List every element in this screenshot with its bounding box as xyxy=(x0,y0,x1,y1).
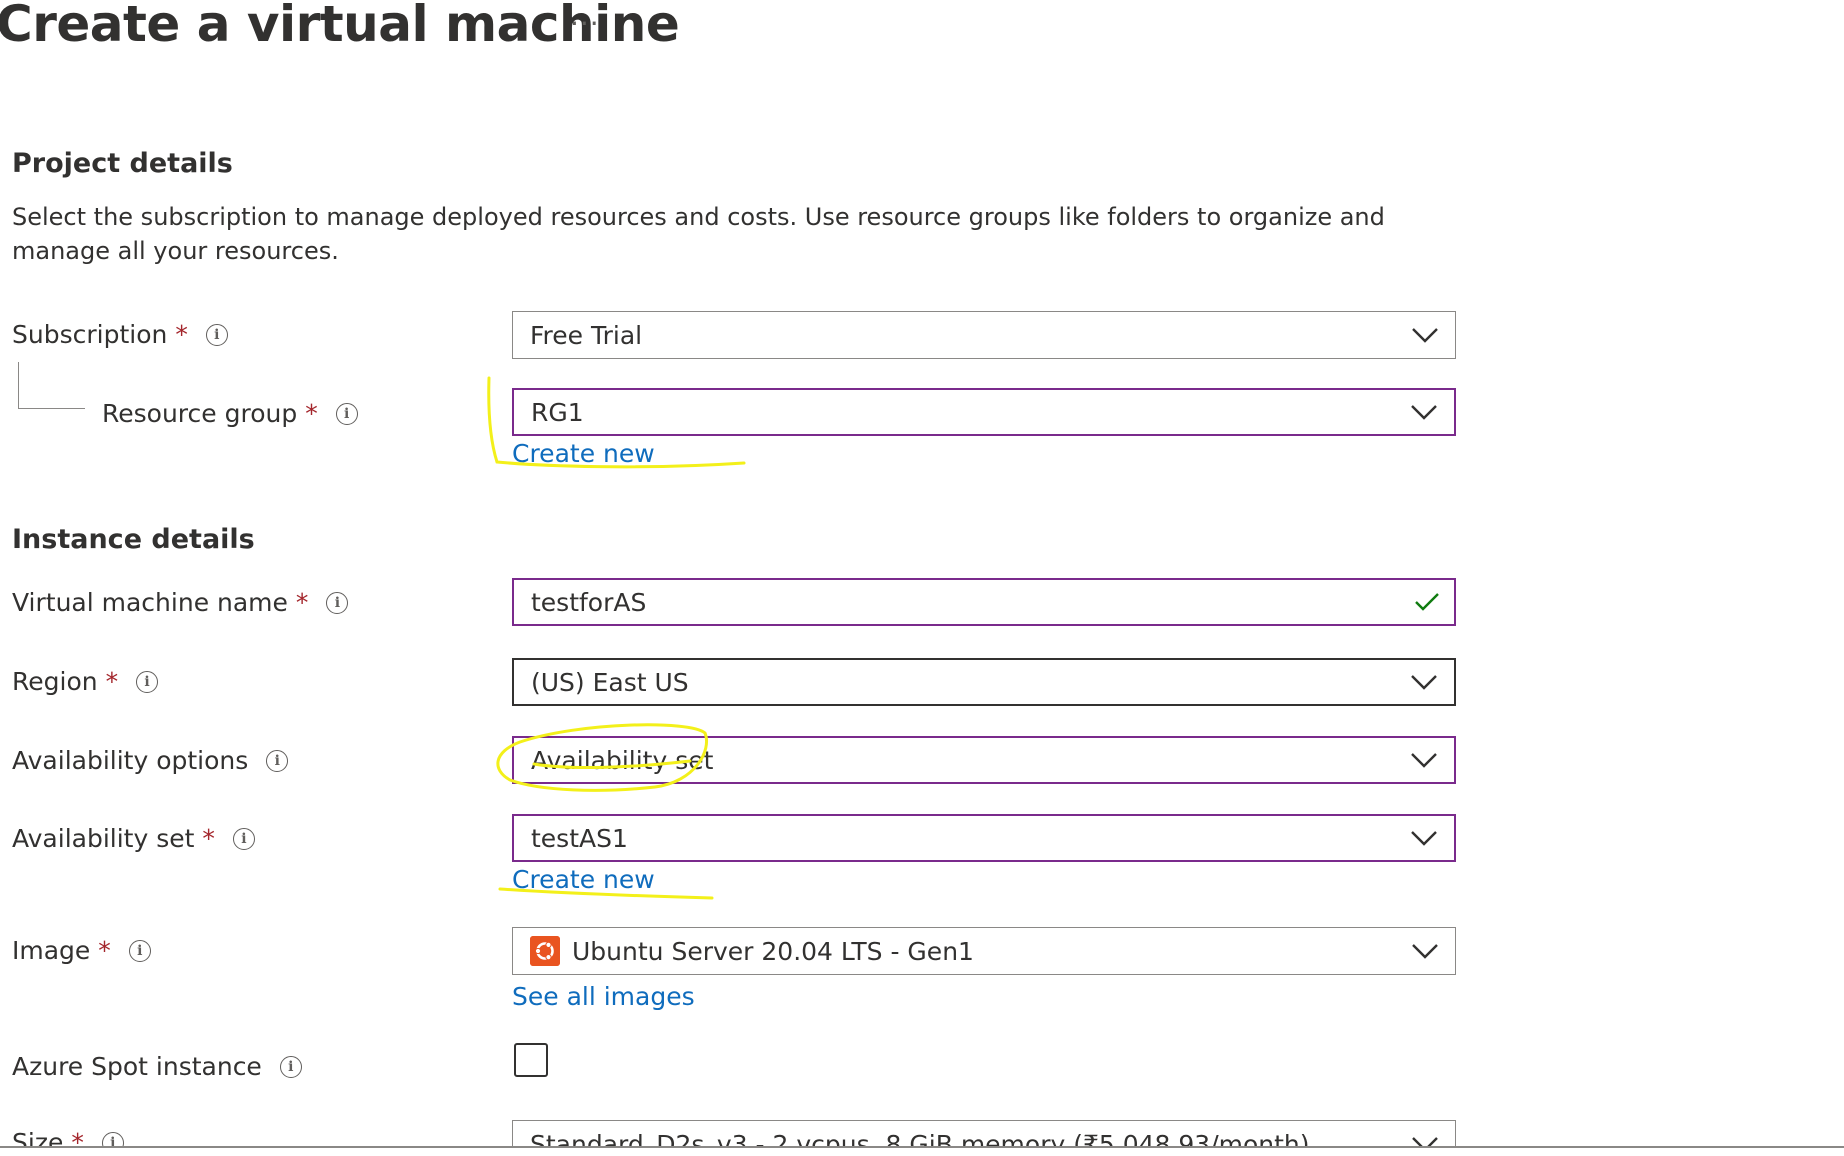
bottom-divider xyxy=(0,1146,1844,1148)
info-icon[interactable]: i xyxy=(232,828,255,850)
chevron-down-icon xyxy=(1411,675,1437,690)
project-details-description: Select the subscription to manage deploy… xyxy=(12,203,1385,265)
tree-connector xyxy=(18,362,85,409)
chevron-down-icon xyxy=(1412,1137,1438,1146)
info-icon[interactable]: i xyxy=(266,750,289,772)
subscription-label: Subscription * i xyxy=(12,318,228,352)
required-mark: * xyxy=(98,936,111,965)
more-options-button[interactable]: ··· xyxy=(570,4,600,44)
availability-set-label-text: Availability set xyxy=(12,824,195,853)
required-mark: * xyxy=(295,588,309,617)
vm-name-label: Virtual machine name * i xyxy=(12,586,349,620)
info-icon[interactable]: i xyxy=(335,403,358,425)
size-label: Size * i xyxy=(12,1126,412,1146)
see-all-images-link[interactable]: See all images xyxy=(512,981,695,1013)
azure-spot-label: Azure Spot instance i xyxy=(12,1050,302,1084)
region-dropdown[interactable]: (US) East US xyxy=(512,658,1456,706)
size-value: Standard_D2s_v3 - 2 vcpus, 8 GiB memory … xyxy=(530,1129,1310,1147)
subscription-dropdown[interactable]: Free Trial xyxy=(512,311,1456,359)
chevron-down-icon xyxy=(1412,328,1438,343)
resource-group-label: Resource group * i xyxy=(102,397,358,431)
region-label-text: Region xyxy=(12,667,98,696)
size-label-row: Size * i xyxy=(12,1114,412,1146)
required-mark: * xyxy=(305,399,318,428)
resource-group-value: RG1 xyxy=(531,397,584,427)
region-value: (US) East US xyxy=(531,667,689,697)
info-icon[interactable]: i xyxy=(326,592,349,614)
availability-set-value: testAS1 xyxy=(531,823,628,853)
required-mark: * xyxy=(71,1128,84,1146)
vm-name-value: testforAS xyxy=(531,587,647,617)
chevron-down-icon xyxy=(1411,831,1437,846)
size-label-text: Size xyxy=(12,1128,64,1146)
subscription-value: Free Trial xyxy=(530,320,643,350)
availability-set-dropdown[interactable]: testAS1 xyxy=(512,814,1456,862)
chevron-down-icon xyxy=(1412,944,1438,959)
availability-options-dropdown[interactable]: Availability set xyxy=(512,736,1456,784)
image-value: Ubuntu Server 20.04 LTS - Gen1 xyxy=(572,936,974,966)
size-dropdown[interactable]: Standard_D2s_v3 - 2 vcpus, 8 GiB memory … xyxy=(512,1120,1456,1146)
required-mark: * xyxy=(202,824,215,853)
image-dropdown[interactable]: Ubuntu Server 20.04 LTS - Gen1 xyxy=(512,927,1456,975)
info-icon[interactable]: i xyxy=(136,671,159,693)
info-icon[interactable]: i xyxy=(128,940,151,962)
subscription-label-text: Subscription xyxy=(12,320,168,349)
vm-name-input[interactable]: testforAS xyxy=(512,578,1456,626)
region-label: Region * i xyxy=(12,665,159,699)
vm-name-label-text: Virtual machine name xyxy=(12,588,288,617)
chevron-down-icon xyxy=(1411,753,1437,768)
required-mark: * xyxy=(105,667,119,696)
required-mark: * xyxy=(175,320,188,349)
availability-options-label: Availability options i xyxy=(12,744,289,778)
info-icon[interactable]: i xyxy=(205,324,228,346)
checkmark-icon xyxy=(1415,593,1439,611)
info-icon[interactable]: i xyxy=(101,1132,124,1146)
info-icon[interactable]: i xyxy=(279,1056,302,1078)
resource-group-label-text: Resource group xyxy=(102,399,298,428)
availability-options-label-text: Availability options xyxy=(12,746,249,775)
availability-options-value: Availability set xyxy=(531,745,714,775)
azure-spot-label-text: Azure Spot instance xyxy=(12,1052,262,1081)
chevron-down-icon xyxy=(1411,405,1437,420)
azure-spot-checkbox[interactable] xyxy=(514,1043,548,1077)
availability-set-label: Availability set * i xyxy=(12,822,255,856)
size-dropdown-container: Standard_D2s_v3 - 2 vcpus, 8 GiB memory … xyxy=(512,1120,1456,1146)
resource-group-dropdown[interactable]: RG1 xyxy=(512,388,1456,436)
create-new-resource-group-link[interactable]: Create new xyxy=(512,438,655,470)
section-title-instance-details: Instance details xyxy=(12,524,255,555)
ubuntu-icon xyxy=(530,936,560,966)
image-label: Image * i xyxy=(12,934,151,968)
image-label-text: Image xyxy=(12,936,91,965)
section-title-project-details: Project details xyxy=(12,148,233,179)
create-new-availability-set-link[interactable]: Create new xyxy=(512,864,655,896)
